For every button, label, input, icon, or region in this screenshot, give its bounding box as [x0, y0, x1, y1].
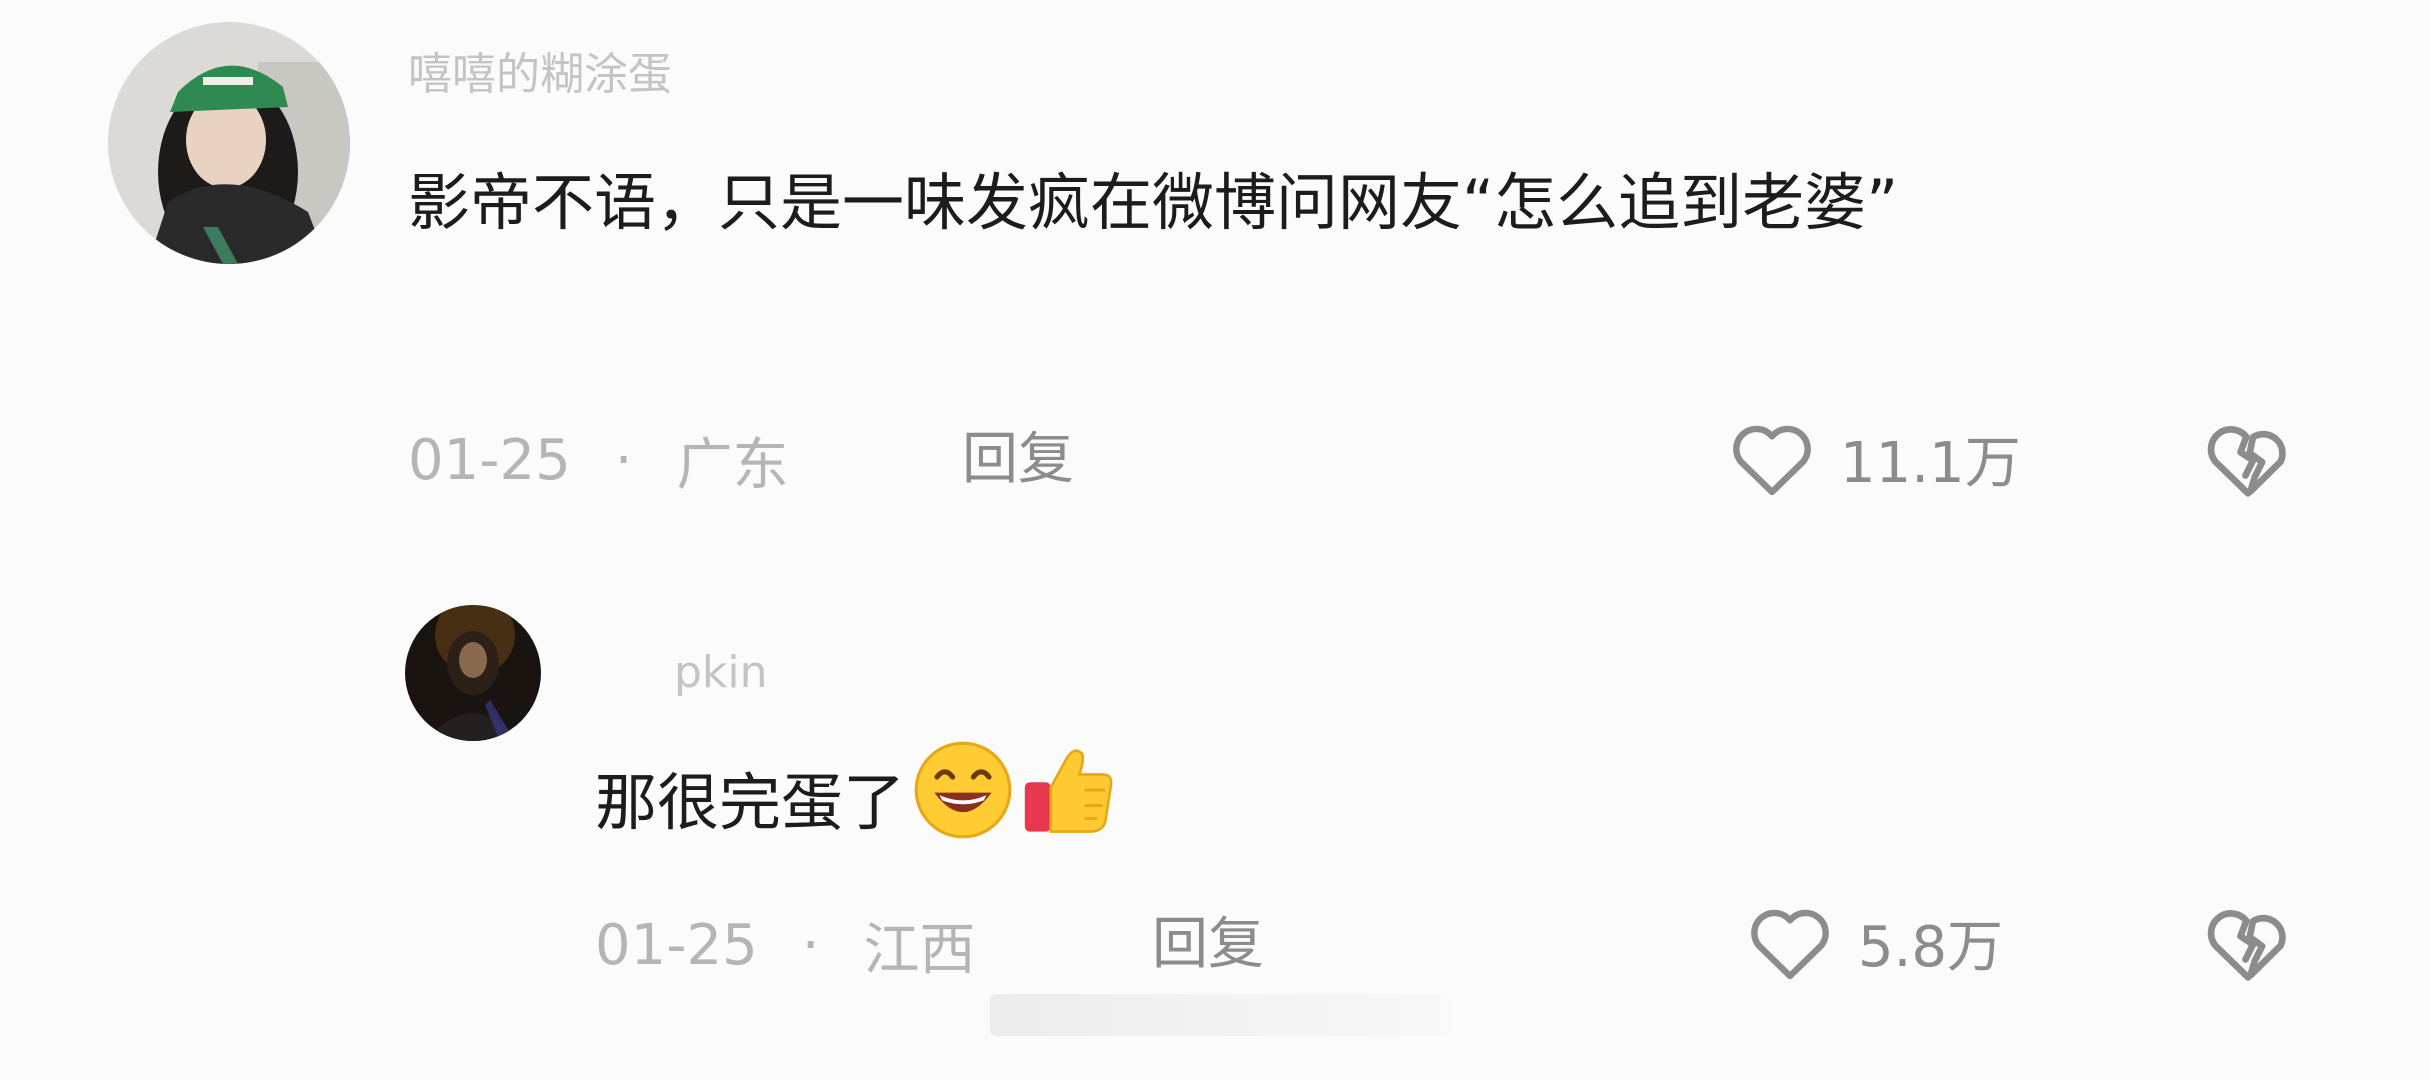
reply-button[interactable]: 回复: [1152, 910, 1264, 980]
like-button[interactable]: 5.8万: [1740, 892, 2003, 992]
comment-text: 那很完蛋了: [595, 738, 1121, 881]
user-avatar-dark-icon: [405, 605, 541, 741]
comment-text: 影帝不语，只是一味发疯在微博问网友“怎么追到老婆”: [408, 166, 1899, 239]
meta-separator: ·: [614, 427, 633, 493]
dislike-button[interactable]: [2196, 892, 2300, 992]
broken-heart-icon: [2207, 426, 2286, 497]
username-text: pkin: [674, 647, 768, 698]
grinning-face-emoji: [911, 738, 1015, 881]
username[interactable]: pkin: [600, 628, 768, 716]
broken-heart-icon: [2207, 910, 2286, 981]
avatar[interactable]: [405, 605, 541, 741]
comment-meta: 01-25 · 广东: [408, 425, 789, 498]
dislike-button[interactable]: [2196, 408, 2300, 508]
username[interactable]: 嘻嘻的糊涂蛋: [408, 30, 672, 102]
like-button[interactable]: 11.1万: [1722, 408, 2021, 508]
comment-location: 广东: [676, 432, 789, 498]
user-avatar-green-cap-icon: [108, 22, 350, 264]
comment-meta: 01-25 · 江西: [595, 910, 976, 983]
like-count: 5.8万: [1858, 914, 2004, 980]
heart-outline-icon: [1733, 425, 1811, 496]
meta-separator: ·: [801, 912, 820, 978]
thumbs-up-emoji: [1017, 738, 1121, 881]
comment-date: 01-25: [595, 912, 758, 978]
comment-location: 江西: [863, 917, 976, 983]
heart-outline-icon: [1751, 909, 1829, 980]
scroll-fade-indicator: [990, 994, 1450, 1036]
avatar[interactable]: [108, 22, 350, 264]
comment-text-content: 那很完蛋了: [595, 766, 906, 839]
comment-date: 01-25: [408, 427, 571, 493]
reply-button[interactable]: 回复: [962, 425, 1074, 495]
like-count: 11.1万: [1840, 430, 2021, 496]
